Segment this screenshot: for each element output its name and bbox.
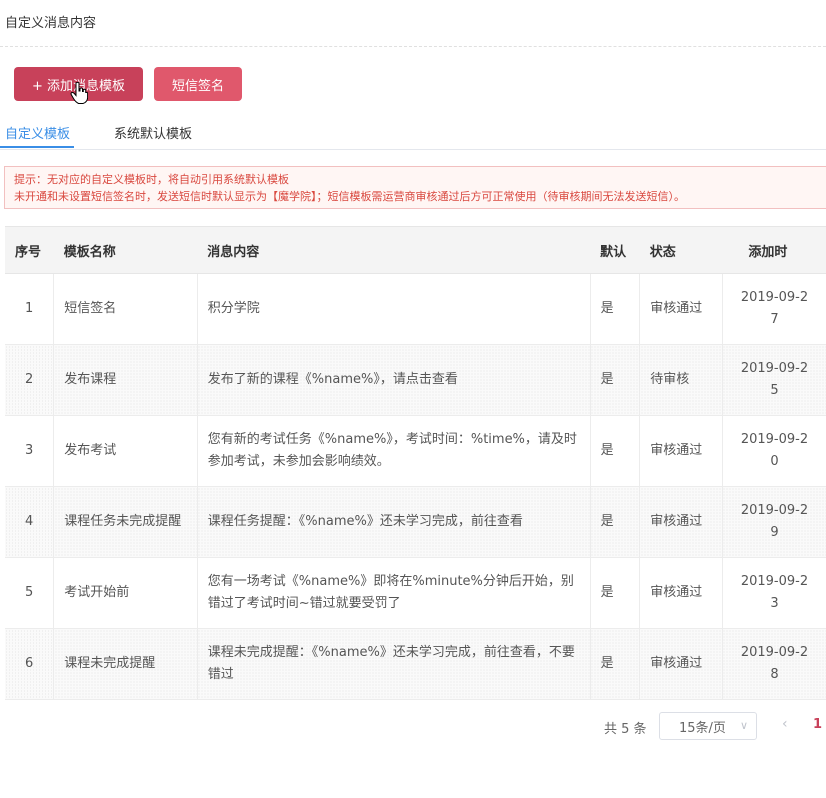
cell-default: 是 bbox=[590, 628, 641, 700]
template-tabs: 自定义模板 系统默认模板 bbox=[0, 118, 826, 148]
notice-line-2: 未开通和未设置短信签名时，发送短信时默认显示为【魔学院】；短信模板需运营商审核通… bbox=[14, 190, 685, 203]
date-part-2: 7 bbox=[770, 312, 779, 327]
cell-no: 1 bbox=[5, 273, 55, 345]
cell-name: 发布考试 bbox=[53, 415, 198, 487]
cell-default: 是 bbox=[590, 557, 641, 629]
column-header-no: 序号 bbox=[5, 226, 54, 274]
cell-content: 积分学院 bbox=[197, 273, 591, 345]
cell-default: 是 bbox=[590, 486, 641, 558]
cell-status: 审核通过 bbox=[639, 486, 723, 558]
cell-date: 2019-09-2 0 bbox=[722, 415, 826, 487]
cell-name: 考试开始前 bbox=[53, 557, 198, 629]
pagination-total: 共 5 条 bbox=[604, 722, 647, 737]
column-header-status: 状态 bbox=[639, 226, 723, 274]
page-title: 自定义消息内容 bbox=[5, 16, 97, 31]
cell-status: 审核通过 bbox=[639, 273, 723, 345]
table-row: 5 考试开始前 您有一场考试《%name%》即将在%minute%分钟后开始，别… bbox=[5, 557, 826, 629]
table-row: 2 发布课程 发布了新的课程《%name%》，请点击查看 是 待审核 2019-… bbox=[5, 344, 826, 416]
hand-cursor-icon bbox=[70, 81, 88, 104]
cell-date: 2019-09-2 3 bbox=[722, 557, 826, 629]
tab-system-template[interactable]: 系统默认模板 bbox=[114, 123, 192, 142]
chevron-left-icon[interactable]: ‹ bbox=[782, 716, 788, 732]
cell-name: 短信签名 bbox=[53, 273, 198, 345]
cell-no: 4 bbox=[5, 486, 55, 558]
column-header-content: 消息内容 bbox=[197, 226, 591, 274]
date-part-1: 2019-09-2 bbox=[740, 503, 809, 518]
cell-date: 2019-09-2 9 bbox=[722, 486, 826, 558]
cell-content: 课程任务提醒：《%name%》还未学习完成，前往查看 bbox=[197, 486, 591, 558]
cell-name: 课程未完成提醒 bbox=[53, 628, 198, 700]
table-row: 1 短信签名 积分学院 是 审核通过 2019-09-2 7 bbox=[5, 273, 826, 345]
date-part-2: 5 bbox=[770, 383, 779, 398]
column-header-date: 添加时 bbox=[722, 226, 826, 274]
date-part-1: 2019-09-2 bbox=[740, 361, 809, 376]
cell-no: 6 bbox=[5, 628, 55, 700]
cell-content: 您有一场考试《%name%》即将在%minute%分钟后开始，别错过了考试时间~… bbox=[197, 557, 591, 629]
date-part-2: 8 bbox=[770, 667, 779, 682]
table-row: 4 课程任务未完成提醒 课程任务提醒：《%name%》还未学习完成，前往查看 是… bbox=[5, 486, 826, 558]
column-header-name: 模板名称 bbox=[53, 226, 198, 274]
sms-sign-button[interactable]: 短信签名 bbox=[154, 67, 242, 101]
cell-content: 您有新的考试任务《%name%》，考试时间：%time%，请及时参加考试，未参加… bbox=[197, 415, 591, 487]
table-header-row: 序号 模板名称 消息内容 默认 状态 添加时 bbox=[5, 226, 826, 274]
cell-status: 审核通过 bbox=[639, 628, 723, 700]
cell-content: 发布了新的课程《%name%》，请点击查看 bbox=[197, 344, 591, 416]
cell-name: 发布课程 bbox=[53, 344, 198, 416]
date-part-1: 2019-09-2 bbox=[740, 574, 809, 589]
template-table: 序号 模板名称 消息内容 默认 状态 添加时 1 短信签名 积分学院 是 审核通… bbox=[5, 226, 826, 700]
cell-status: 审核通过 bbox=[639, 557, 723, 629]
notice-box: 提示：无对应的自定义模板时，将自动引用系统默认模板 未开通和未设置短信签名时，发… bbox=[4, 166, 826, 209]
cell-content: 课程未完成提醒：《%name%》还未学习完成，前往查看，不要错过 bbox=[197, 628, 591, 700]
cell-default: 是 bbox=[590, 344, 641, 416]
date-part-2: 3 bbox=[770, 596, 779, 611]
cell-default: 是 bbox=[590, 273, 641, 345]
cell-date: 2019-09-2 8 bbox=[722, 628, 826, 700]
cell-status: 待审核 bbox=[639, 344, 723, 416]
tab-custom-template[interactable]: 自定义模板 bbox=[5, 123, 70, 142]
notice-line-1: 提示：无对应的自定义模板时，将自动引用系统默认模板 bbox=[14, 173, 289, 186]
chevron-down-icon: ∨ bbox=[739, 719, 748, 732]
table-row: 3 发布考试 您有新的考试任务《%name%》，考试时间：%time%，请及时参… bbox=[5, 415, 826, 487]
date-part-2: 0 bbox=[770, 454, 779, 469]
column-header-default: 默认 bbox=[590, 226, 640, 274]
cell-name: 课程任务未完成提醒 bbox=[53, 486, 198, 558]
cell-status: 审核通过 bbox=[639, 415, 723, 487]
active-tab-indicator bbox=[0, 146, 74, 148]
page-size-value: 15条/页 bbox=[679, 720, 726, 736]
cell-no: 3 bbox=[5, 415, 55, 487]
date-part-1: 2019-09-2 bbox=[740, 290, 809, 305]
date-part-1: 2019-09-2 bbox=[740, 432, 809, 447]
cell-default: 是 bbox=[590, 415, 641, 487]
date-part-2: 9 bbox=[770, 525, 779, 540]
cell-date: 2019-09-2 5 bbox=[722, 344, 826, 416]
page-size-select[interactable]: 15条/页 ∨ bbox=[659, 712, 757, 740]
date-part-1: 2019-09-2 bbox=[740, 645, 809, 660]
table-row: 6 课程未完成提醒 课程未完成提醒：《%name%》还未学习完成，前往查看，不要… bbox=[5, 628, 826, 700]
cell-no: 2 bbox=[5, 344, 55, 416]
header-divider bbox=[0, 46, 826, 47]
tabs-divider bbox=[0, 149, 826, 150]
cell-date: 2019-09-2 7 bbox=[722, 273, 826, 345]
current-page[interactable]: 1 bbox=[813, 717, 822, 732]
cell-no: 5 bbox=[5, 557, 55, 629]
